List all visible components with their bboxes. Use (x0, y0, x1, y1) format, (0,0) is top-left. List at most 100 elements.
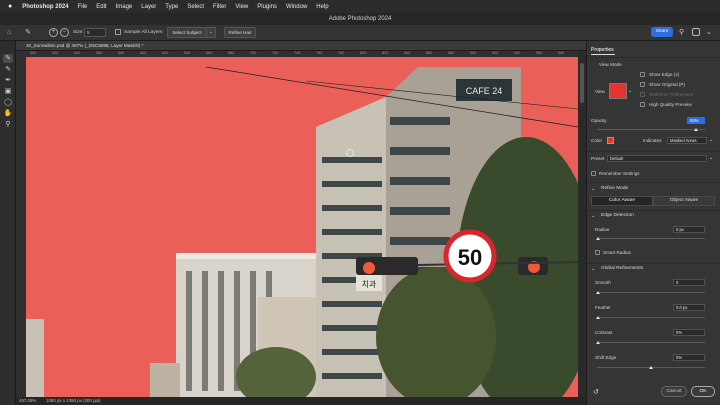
show-edge-checkbox[interactable] (640, 72, 645, 77)
sample-all-layers-label: Sample All Layers (124, 30, 163, 35)
size-field[interactable]: 5 (84, 28, 106, 37)
scroll-thumb[interactable] (580, 63, 584, 103)
feather-slider-thumb[interactable] (596, 316, 600, 319)
refine-hair-button[interactable]: Refine Hair (224, 27, 256, 38)
menu-file[interactable]: File (78, 4, 88, 10)
menu-type[interactable]: Type (165, 4, 178, 10)
opacity-slider-thumb[interactable] (694, 128, 698, 131)
zoom-tool-icon[interactable]: ⚲ (3, 120, 13, 129)
menu-app[interactable]: Photoshop 2024 (22, 4, 68, 10)
object-selection-tool-icon[interactable]: ▣ (3, 87, 13, 96)
ruler-tick: 760 (316, 51, 323, 55)
chevron-down-icon[interactable]: ⌄ (591, 186, 595, 192)
show-original-label: Show Original (P) (649, 82, 685, 87)
high-quality-label: High Quality Preview (649, 102, 692, 107)
view-mode-label: View Mode (599, 62, 622, 67)
preset-dropdown[interactable]: Default (607, 155, 707, 162)
options-bar (0, 25, 720, 41)
view-mode-thumbnail[interactable] (609, 83, 627, 99)
ruler-tick: 660 (206, 51, 213, 55)
chevron-down-icon[interactable]: ⌄ (709, 155, 713, 161)
radius-slider-thumb[interactable] (596, 237, 600, 240)
chevron-down-icon[interactable]: ⌄ (591, 266, 595, 272)
smart-radius-checkbox[interactable] (595, 250, 600, 255)
canvas-image: CAFE 24 치과 50 (26, 57, 578, 397)
menu-image[interactable]: Image (116, 4, 133, 10)
ruler-tick: 780 (338, 51, 345, 55)
opacity-field[interactable]: 93% (687, 117, 705, 124)
quick-selection-tool-icon[interactable]: ✎ (3, 54, 13, 63)
search-icon[interactable]: ⚲ (679, 28, 684, 36)
real-time-checkbox (640, 92, 645, 97)
edge-detection-heading: Edge Detection (601, 213, 634, 218)
select-subject-button[interactable]: Select Subject (167, 27, 207, 38)
menu-select[interactable]: Select (187, 4, 204, 10)
indicates-dropdown[interactable]: Masked Areas (667, 137, 707, 144)
shift-edge-slider-thumb[interactable] (649, 366, 653, 369)
sample-all-layers-checkbox[interactable] (115, 29, 121, 35)
menu-layer[interactable]: Layer (141, 4, 156, 10)
chevron-down-icon[interactable]: ⌄ (206, 27, 216, 38)
document-tab[interactable]: 10_Surrealism.psd @ 467% (_DSC6698, Laye… (16, 41, 586, 51)
share-button[interactable]: Share (651, 27, 673, 37)
show-original-checkbox[interactable] (640, 82, 645, 87)
ruler-tick: 980 (558, 51, 565, 55)
color-aware-button[interactable]: Color Aware (591, 196, 653, 206)
lasso-tool-icon[interactable]: ◯ (3, 98, 13, 107)
vertical-scrollbar[interactable] (578, 51, 586, 397)
menu-view[interactable]: View (235, 4, 248, 10)
zoom-level[interactable]: 467.25% (19, 397, 36, 405)
cancel-button[interactable]: Cancel (661, 386, 687, 397)
feather-label: Feather (595, 305, 611, 310)
add-to-mask-icon[interactable]: + (49, 28, 58, 37)
subtract-from-mask-icon[interactable]: − (60, 28, 69, 37)
menu-help[interactable]: Help (316, 4, 328, 10)
brush-tool-icon[interactable]: ✒ (3, 76, 13, 85)
radius-field[interactable]: 0 px (673, 226, 705, 233)
smooth-slider-thumb[interactable] (596, 291, 600, 294)
size-label: Size: (73, 30, 84, 35)
menu-window[interactable]: Window (286, 4, 307, 10)
contrast-slider-thumb[interactable] (596, 341, 600, 344)
ruler-tick: 580 (118, 51, 125, 55)
refine-edge-brush-icon[interactable]: ✎ (3, 65, 13, 74)
ruler-tick: 540 (74, 51, 81, 55)
workspace-icon[interactable] (692, 28, 700, 36)
chevron-down-icon[interactable]: ⌄ (591, 213, 595, 219)
menu-filter[interactable]: Filter (213, 4, 226, 10)
menu-plugins[interactable]: Plugins (257, 4, 277, 10)
contrast-field[interactable]: 0% (673, 329, 705, 336)
shift-edge-field[interactable]: 0% (673, 354, 705, 361)
high-quality-checkbox[interactable] (640, 102, 645, 107)
overlay-color-swatch[interactable] (607, 137, 614, 144)
reset-icon[interactable]: ↺ (593, 388, 599, 396)
image-canvas[interactable]: CAFE 24 치과 50 (26, 57, 578, 397)
color-label: Color (591, 138, 602, 143)
radius-slider[interactable] (597, 238, 705, 239)
opacity-slider[interactable] (597, 129, 705, 130)
apple-icon[interactable]: ● (8, 3, 12, 10)
chevron-down-icon[interactable]: ⌄ (709, 137, 713, 143)
menu-edit[interactable]: Edit (96, 4, 106, 10)
status-bar: 467.25% 1080 px x 1350 px (300 ppi) (16, 397, 586, 405)
workspace-menu-icon[interactable]: ⌄ (706, 28, 712, 36)
remember-settings-checkbox[interactable] (591, 171, 596, 176)
ruler-tick: 560 (96, 51, 103, 55)
smooth-field[interactable]: 0 (673, 279, 705, 286)
ok-button[interactable]: OK (691, 386, 715, 397)
object-aware-button[interactable]: Object Aware (653, 196, 715, 206)
remember-settings-label: Remember Settings (599, 171, 640, 176)
properties-panel: Properties View Mode View ⌄ Show Edge (J… (586, 41, 720, 405)
brush-tool-preset-icon[interactable]: ✎ (25, 28, 34, 37)
properties-tab[interactable]: Properties (591, 47, 614, 53)
feather-field[interactable]: 0.0 px (673, 304, 705, 311)
smooth-slider[interactable] (597, 292, 705, 293)
contrast-slider[interactable] (597, 342, 705, 343)
refine-mode-heading: Refine Mode (601, 186, 629, 191)
ruler-tick: 860 (426, 51, 433, 55)
home-icon[interactable]: ⌂ (7, 29, 11, 36)
chevron-down-icon[interactable]: ⌄ (628, 88, 632, 94)
hand-tool-icon[interactable]: ✋ (3, 109, 13, 118)
feather-slider[interactable] (597, 317, 705, 318)
dental-sign-text: 치과 (362, 280, 377, 289)
